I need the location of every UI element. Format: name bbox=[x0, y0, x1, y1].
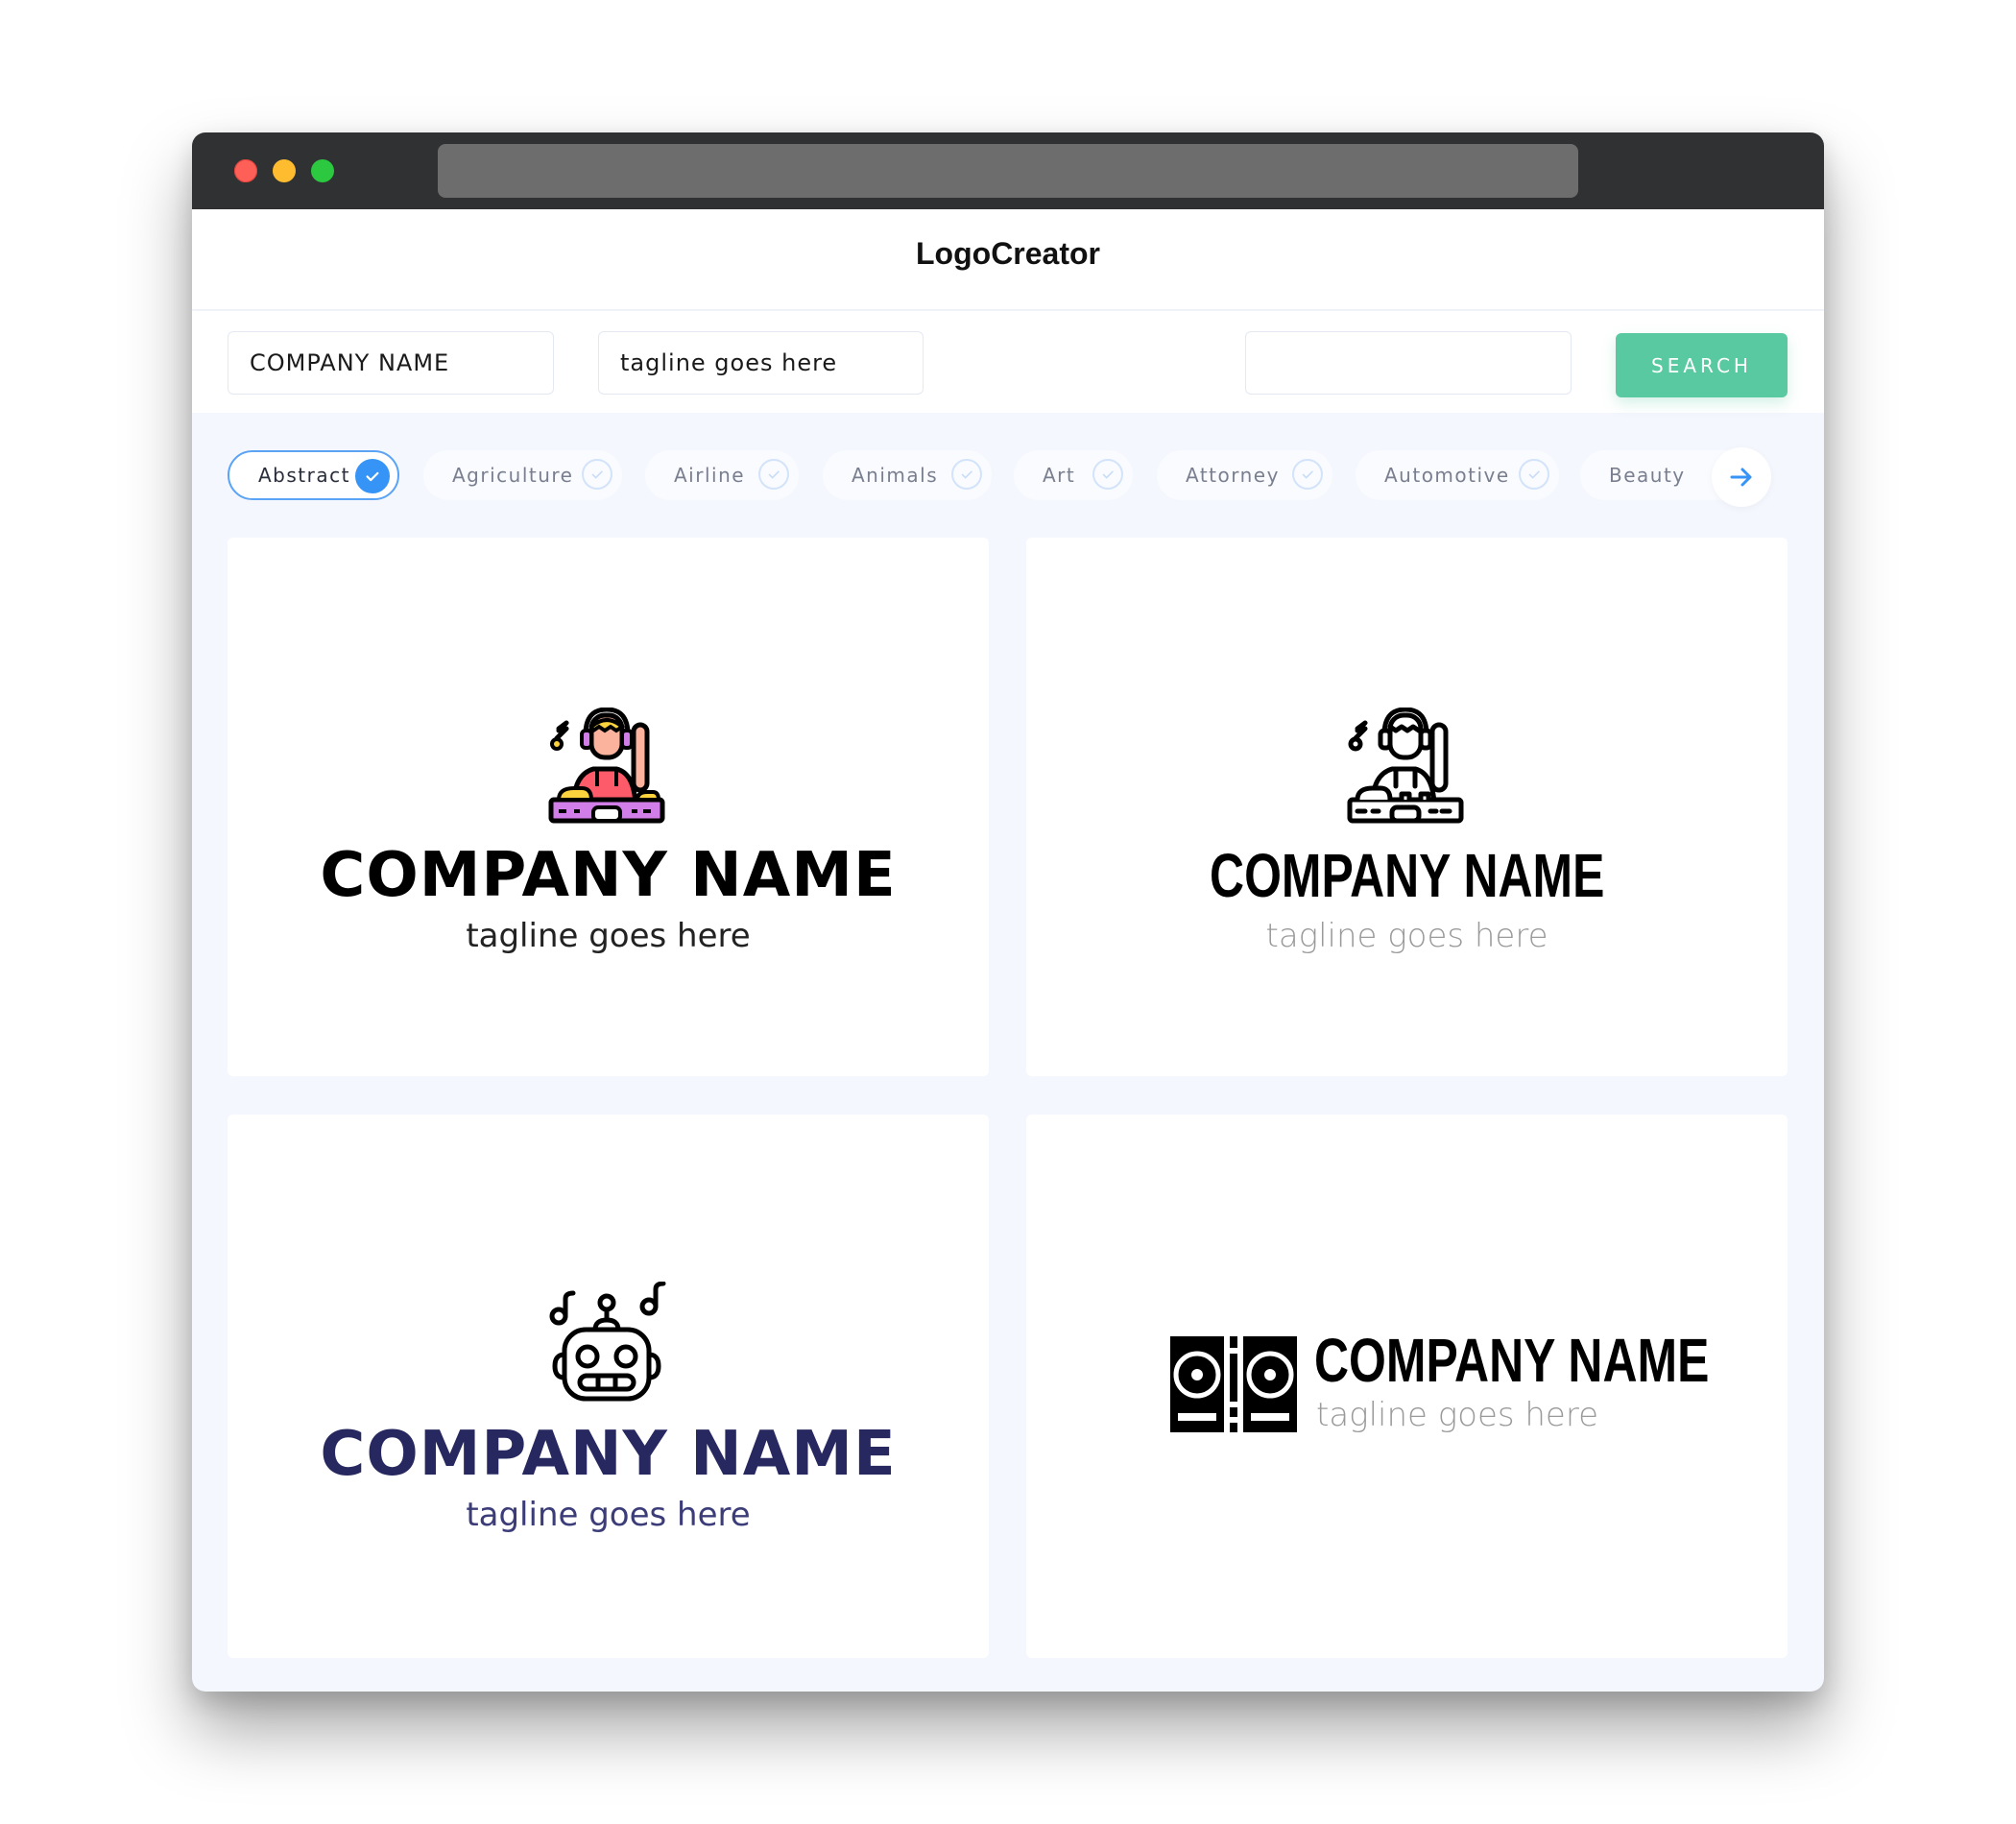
extra-search-input[interactable] bbox=[1245, 331, 1572, 395]
search-button[interactable]: SEARCH bbox=[1616, 333, 1788, 397]
category-chip-abstract[interactable]: Abstract bbox=[228, 450, 399, 500]
chip-label: Art bbox=[1043, 464, 1076, 487]
app-header: LogoCreator bbox=[192, 209, 1824, 309]
category-chip-airline[interactable]: Airline bbox=[645, 450, 799, 500]
app-title: LogoCreator bbox=[916, 236, 1100, 271]
logo-card[interactable]: COMPANY NAME tagline goes here bbox=[228, 1115, 989, 1658]
chip-label: Abstract bbox=[258, 464, 350, 487]
check-icon bbox=[1092, 459, 1123, 490]
category-chip-art[interactable]: Art bbox=[1014, 450, 1133, 500]
browser-window: LogoCreator COMPANY NAME tagline goes he… bbox=[192, 132, 1824, 1692]
minimize-window-button[interactable] bbox=[273, 159, 296, 182]
category-chip-agriculture[interactable]: Agriculture bbox=[423, 450, 622, 500]
tagline-text: tagline goes here bbox=[466, 1496, 751, 1534]
check-icon bbox=[355, 459, 390, 493]
category-chip-automotive[interactable]: Automotive bbox=[1356, 450, 1559, 500]
tagline-text: tagline goes here bbox=[1265, 917, 1548, 955]
check-icon bbox=[758, 459, 789, 490]
maximize-window-button[interactable] bbox=[311, 159, 334, 182]
chip-label: Airline bbox=[674, 464, 746, 487]
company-name-text: COMPANY NAME bbox=[320, 840, 897, 911]
logo-card[interactable]: COMPANY NAME tagline goes here bbox=[1026, 538, 1788, 1076]
chip-label: Beauty bbox=[1609, 464, 1686, 487]
arrow-right-icon bbox=[1730, 468, 1752, 487]
turntable-icon bbox=[1170, 1336, 1297, 1432]
tagline-input[interactable]: tagline goes here bbox=[598, 331, 924, 395]
close-window-button[interactable] bbox=[234, 159, 257, 182]
category-chip-attorney[interactable]: Attorney bbox=[1157, 450, 1332, 500]
check-icon bbox=[951, 459, 982, 490]
logo-card[interactable]: COMPANY NAME tagline goes here bbox=[228, 538, 989, 1076]
chip-label: Agriculture bbox=[452, 464, 574, 487]
chip-label: Attorney bbox=[1186, 464, 1280, 487]
company-name-text: COMPANY NAME bbox=[1209, 841, 1605, 910]
chip-label: Animals bbox=[852, 464, 939, 487]
scroll-categories-right-button[interactable] bbox=[1712, 447, 1771, 507]
address-bar[interactable] bbox=[438, 144, 1578, 198]
category-filter-bar: Abstract Agriculture Airline Animals Art… bbox=[192, 413, 1824, 516]
company-name-input[interactable]: COMPANY NAME bbox=[228, 331, 554, 395]
dj-color-icon bbox=[548, 708, 665, 824]
dj-outline-icon bbox=[1347, 708, 1464, 824]
tagline-text: tagline goes here bbox=[466, 917, 751, 955]
logo-card[interactable]: COMPANY NAME tagline goes here bbox=[1026, 1115, 1788, 1658]
company-name-text: COMPANY NAME bbox=[1314, 1326, 1710, 1395]
category-chip-animals[interactable]: Animals bbox=[823, 450, 992, 500]
company-name-text: COMPANY NAME bbox=[320, 1419, 897, 1490]
check-icon bbox=[1519, 459, 1549, 490]
tagline-text: tagline goes here bbox=[1316, 1396, 1598, 1434]
check-icon bbox=[1292, 459, 1323, 490]
robot-music-icon bbox=[549, 1282, 666, 1402]
chip-label: Automotive bbox=[1384, 464, 1510, 487]
title-bar bbox=[192, 132, 1824, 209]
check-icon bbox=[582, 459, 612, 490]
